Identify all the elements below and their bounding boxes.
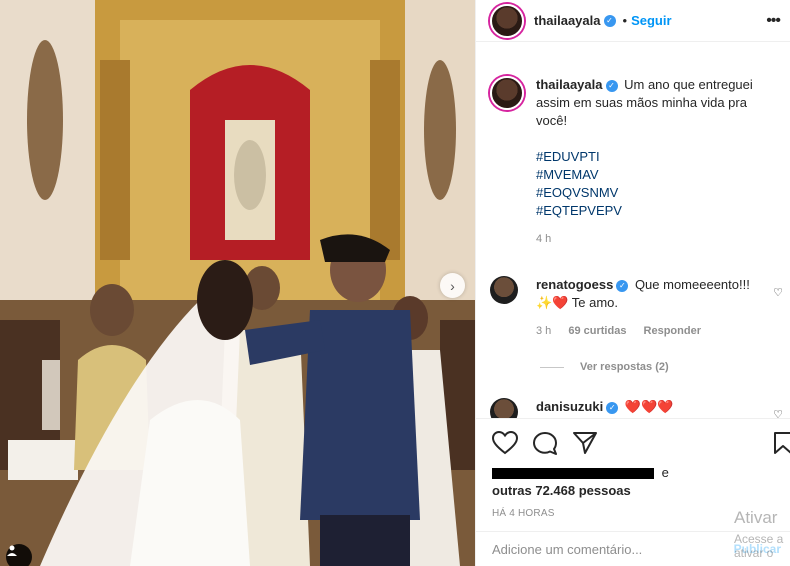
comment-username[interactable]: danisuzuki bbox=[536, 399, 603, 414]
post-actions-bar bbox=[476, 418, 790, 466]
comment-time: 3 h bbox=[536, 325, 552, 337]
add-comment-bar: Publicar bbox=[476, 531, 790, 566]
verified-icon: ✓ bbox=[606, 401, 619, 414]
comment-body: danisuzuki ✓ ❤️❤️❤️ bbox=[536, 398, 766, 418]
reply-button[interactable]: Responder bbox=[644, 325, 701, 337]
caption-meta: 4 h bbox=[536, 230, 766, 248]
separator-dot: • bbox=[622, 13, 628, 28]
share-icon[interactable] bbox=[572, 431, 598, 455]
comment-body: renatogoess ✓ Que momeeeento!!! ✨❤️ Te am… bbox=[536, 276, 766, 340]
more-icon[interactable]: ••• bbox=[766, 12, 781, 30]
post-side-panel: thailaayala ✓ • Seguir ••• thailaayala ✓ … bbox=[475, 0, 790, 566]
commenter-avatar[interactable] bbox=[490, 276, 518, 304]
commenter-avatar[interactable] bbox=[490, 398, 518, 418]
follow-button[interactable]: Seguir bbox=[631, 13, 671, 28]
author-username[interactable]: thailaayala bbox=[534, 13, 601, 28]
chevron-right-icon: › bbox=[450, 277, 455, 294]
comment-item: danisuzuki ✓ ❤️❤️❤️ bbox=[490, 398, 766, 418]
comment-username[interactable]: renatogoess bbox=[536, 277, 613, 292]
hashtag-link[interactable]: #EQTEPVEPV bbox=[536, 202, 766, 220]
likes-suffix: e bbox=[661, 465, 669, 480]
comment-item: renatogoess ✓ Que momeeeento!!! ✨❤️ Te am… bbox=[490, 276, 766, 340]
verified-icon: ✓ bbox=[616, 279, 629, 292]
comment-icon[interactable] bbox=[532, 431, 558, 455]
hashtag-link[interactable]: #MVEMAV bbox=[536, 166, 766, 184]
heart-icon[interactable] bbox=[492, 431, 518, 455]
author-avatar[interactable] bbox=[490, 3, 524, 38]
redacted-liker bbox=[492, 468, 654, 480]
bookmark-icon[interactable] bbox=[773, 431, 790, 455]
view-replies-button[interactable]: Ver respostas (2) bbox=[540, 361, 669, 373]
comment-text: ❤️❤️❤️ bbox=[624, 399, 674, 414]
like-comment-heart-icon[interactable]: ♡ bbox=[773, 286, 783, 299]
likes-others[interactable]: outras 72.468 pessoas bbox=[492, 483, 631, 498]
caption-item: thailaayala ✓ Um ano que entreguei assim … bbox=[490, 76, 766, 248]
comment-input[interactable] bbox=[492, 541, 692, 557]
author-info: thailaayala ✓ • Seguir bbox=[534, 13, 672, 28]
caption-time: 4 h bbox=[536, 233, 552, 245]
post-timestamp: HÁ 4 HORAS bbox=[492, 508, 555, 519]
caption-username[interactable]: thailaayala bbox=[536, 77, 603, 92]
comment-likes[interactable]: 69 curtidas bbox=[568, 325, 626, 337]
hashtag-link[interactable]: #EOQVSNMV bbox=[536, 184, 766, 202]
post-header: thailaayala ✓ • Seguir ••• bbox=[476, 0, 790, 42]
user-tag-icon bbox=[7, 545, 17, 556]
hashtag-list: #EDUVPTI #MVEMAV #EOQVSNMV #EQTEPVEPV bbox=[536, 148, 766, 220]
verified-icon: ✓ bbox=[605, 79, 618, 92]
wedding-photo bbox=[0, 0, 475, 566]
view-replies-label: Ver respostas (2) bbox=[580, 361, 669, 373]
comments-list[interactable]: thailaayala ✓ Um ano que entreguei assim … bbox=[476, 58, 790, 418]
publish-button[interactable]: Publicar bbox=[734, 542, 781, 556]
replies-divider bbox=[540, 366, 564, 368]
like-comment-heart-icon[interactable]: ♡ bbox=[773, 408, 783, 418]
verified-icon: ✓ bbox=[603, 14, 616, 27]
likes-summary: e outras 72.468 pessoas bbox=[492, 464, 782, 500]
hashtag-link[interactable]: #EDUVPTI bbox=[536, 148, 766, 166]
post-photo[interactable]: › bbox=[0, 0, 475, 566]
caption-body: thailaayala ✓ Um ano que entreguei assim … bbox=[536, 76, 766, 248]
next-photo-button[interactable]: › bbox=[440, 273, 465, 298]
author-avatar[interactable] bbox=[490, 76, 524, 110]
comment-meta: 3 h 69 curtidas Responder bbox=[536, 322, 766, 340]
user-tag-button[interactable] bbox=[6, 544, 32, 566]
